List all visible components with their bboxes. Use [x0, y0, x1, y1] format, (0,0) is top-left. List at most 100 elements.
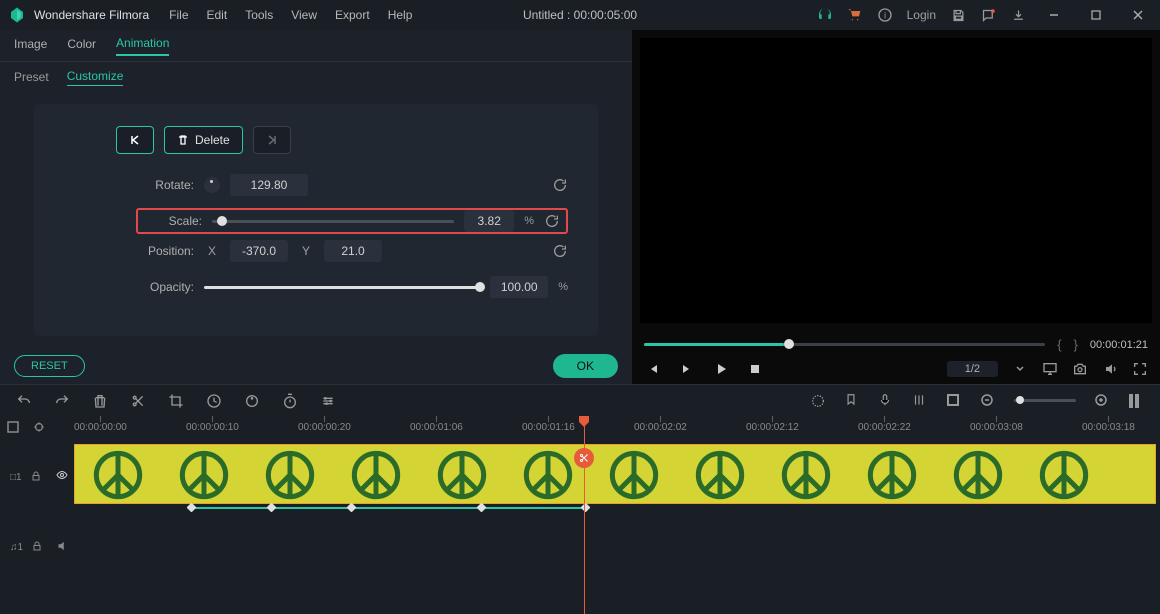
square-icon[interactable]: [946, 393, 962, 409]
zoom-slider[interactable]: [1014, 399, 1076, 402]
timeline-ruler[interactable]: 00:00:00:00 00:00:00:10 00:00:00:20 00:0…: [74, 416, 1160, 442]
eye-icon[interactable]: [54, 469, 70, 485]
peace-icon: [867, 450, 917, 500]
scale-slider[interactable]: [212, 220, 454, 223]
peace-icon: [93, 450, 143, 500]
zoom-out-icon[interactable]: [980, 393, 996, 409]
color-icon[interactable]: [244, 393, 260, 409]
play-button[interactable]: [712, 360, 730, 378]
rotate-reset-icon[interactable]: [552, 177, 568, 193]
keyframe-track[interactable]: [74, 506, 1156, 512]
tab-animation[interactable]: Animation: [116, 36, 169, 56]
playhead[interactable]: [584, 416, 585, 614]
menu-file[interactable]: File: [169, 8, 188, 22]
crop-icon[interactable]: [168, 393, 184, 409]
lock-icon[interactable]: [31, 539, 46, 555]
maximize-button[interactable]: [1082, 1, 1110, 29]
bracket-close[interactable]: }: [1074, 337, 1078, 352]
timeline-clip[interactable]: [74, 444, 1156, 504]
download-icon[interactable]: [1010, 7, 1026, 23]
preview-progress[interactable]: [644, 343, 1045, 346]
rotate-label: Rotate:: [136, 178, 194, 192]
opacity-percent-label: %: [558, 281, 568, 293]
cart-icon[interactable]: [847, 7, 863, 23]
camera-icon[interactable]: [1072, 361, 1088, 377]
scissors-icon[interactable]: [574, 448, 594, 468]
track-toggle-icon[interactable]: [1128, 393, 1144, 409]
opacity-slider[interactable]: [204, 286, 480, 289]
peace-icon: [1039, 450, 1089, 500]
info-icon[interactable]: i: [877, 7, 893, 23]
keyframe-marker[interactable]: [267, 503, 277, 513]
mute-icon[interactable]: [55, 539, 70, 555]
reset-button[interactable]: RESET: [14, 355, 85, 377]
prev-keyframe-button[interactable]: [116, 126, 154, 154]
monitor-icon[interactable]: [1042, 361, 1058, 377]
rotate-knob[interactable]: [204, 177, 220, 193]
pos-y-input[interactable]: [324, 240, 382, 262]
login-link[interactable]: Login: [907, 8, 936, 22]
duration-icon[interactable]: [282, 393, 298, 409]
ruler-tick: 00:00:01:06: [410, 422, 463, 433]
redo-icon[interactable]: [54, 393, 70, 409]
pos-x-input[interactable]: [230, 240, 288, 262]
main-menu: File Edit Tools View Export Help: [169, 8, 412, 22]
menu-export[interactable]: Export: [335, 8, 370, 22]
undo-icon[interactable]: [16, 393, 32, 409]
menu-tools[interactable]: Tools: [245, 8, 273, 22]
delete-icon[interactable]: [92, 393, 108, 409]
position-reset-icon[interactable]: [552, 243, 568, 259]
headset-icon[interactable]: [817, 7, 833, 23]
menu-edit[interactable]: Edit: [207, 8, 228, 22]
titlebar: Wondershare Filmora File Edit Tools View…: [0, 0, 1160, 30]
menu-view[interactable]: View: [291, 8, 317, 22]
fullscreen-icon[interactable]: [1132, 361, 1148, 377]
tab-image[interactable]: Image: [14, 37, 47, 55]
preview-viewport[interactable]: [640, 38, 1152, 323]
keyframe-marker[interactable]: [187, 503, 197, 513]
step-back-button[interactable]: [644, 360, 662, 378]
preview-time: 00:00:01:21: [1090, 339, 1148, 351]
page-selector[interactable]: 1/2: [947, 361, 998, 377]
keyframe-marker[interactable]: [581, 503, 591, 513]
zoom-in-icon[interactable]: [1094, 393, 1110, 409]
chevron-down-icon[interactable]: [1012, 361, 1028, 377]
marker-icon[interactable]: [844, 393, 860, 409]
rotate-input[interactable]: [230, 174, 308, 196]
menu-help[interactable]: Help: [388, 8, 413, 22]
close-button[interactable]: [1124, 1, 1152, 29]
delete-keyframe-button[interactable]: Delete: [164, 126, 243, 154]
next-keyframe-button[interactable]: [253, 126, 291, 154]
pos-x-label: X: [208, 244, 216, 258]
scale-percent-label: %: [524, 215, 534, 227]
tab-color[interactable]: Color: [67, 37, 96, 55]
mic-icon[interactable]: [878, 393, 894, 409]
ok-button[interactable]: OK: [553, 354, 618, 378]
stop-button[interactable]: [746, 360, 764, 378]
settings-icon[interactable]: [320, 393, 336, 409]
timeline-options-icon[interactable]: [6, 420, 22, 436]
minimize-button[interactable]: [1040, 1, 1068, 29]
scale-reset-icon[interactable]: [544, 213, 560, 229]
timeline-snap-icon[interactable]: [32, 420, 48, 436]
keyframe-marker[interactable]: [347, 503, 357, 513]
opacity-input[interactable]: [490, 276, 548, 298]
svg-text:i: i: [884, 10, 886, 20]
scale-input[interactable]: [464, 210, 514, 232]
speed-icon[interactable]: [206, 393, 222, 409]
ruler-tick: 00:00:01:16: [522, 422, 575, 433]
mixer-icon[interactable]: [912, 393, 928, 409]
keyframe-marker[interactable]: [477, 503, 487, 513]
subtab-preset[interactable]: Preset: [14, 70, 49, 84]
subtab-customize[interactable]: Customize: [67, 69, 124, 86]
volume-icon[interactable]: [1102, 361, 1118, 377]
save-icon[interactable]: [950, 7, 966, 23]
aperture-icon[interactable]: [810, 393, 826, 409]
step-fwd-button[interactable]: [678, 360, 696, 378]
scale-label: Scale:: [144, 214, 202, 228]
split-icon[interactable]: [130, 393, 146, 409]
lock-icon[interactable]: [30, 469, 46, 485]
opacity-row: Opacity: %: [136, 274, 568, 300]
notification-icon[interactable]: [980, 7, 996, 23]
bracket-open[interactable]: {: [1057, 337, 1061, 352]
